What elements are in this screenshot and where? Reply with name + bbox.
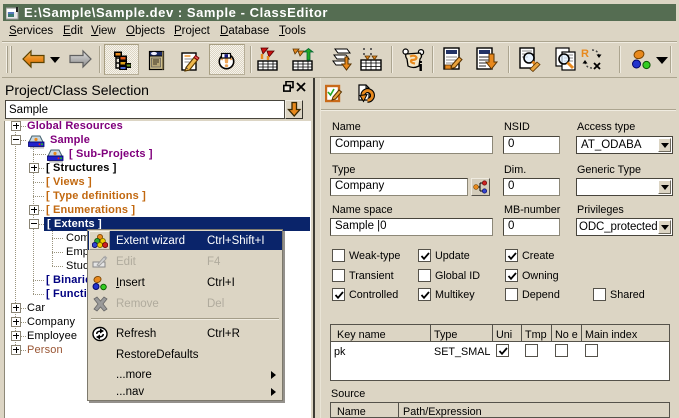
svg-text:R: R: [581, 48, 589, 60]
